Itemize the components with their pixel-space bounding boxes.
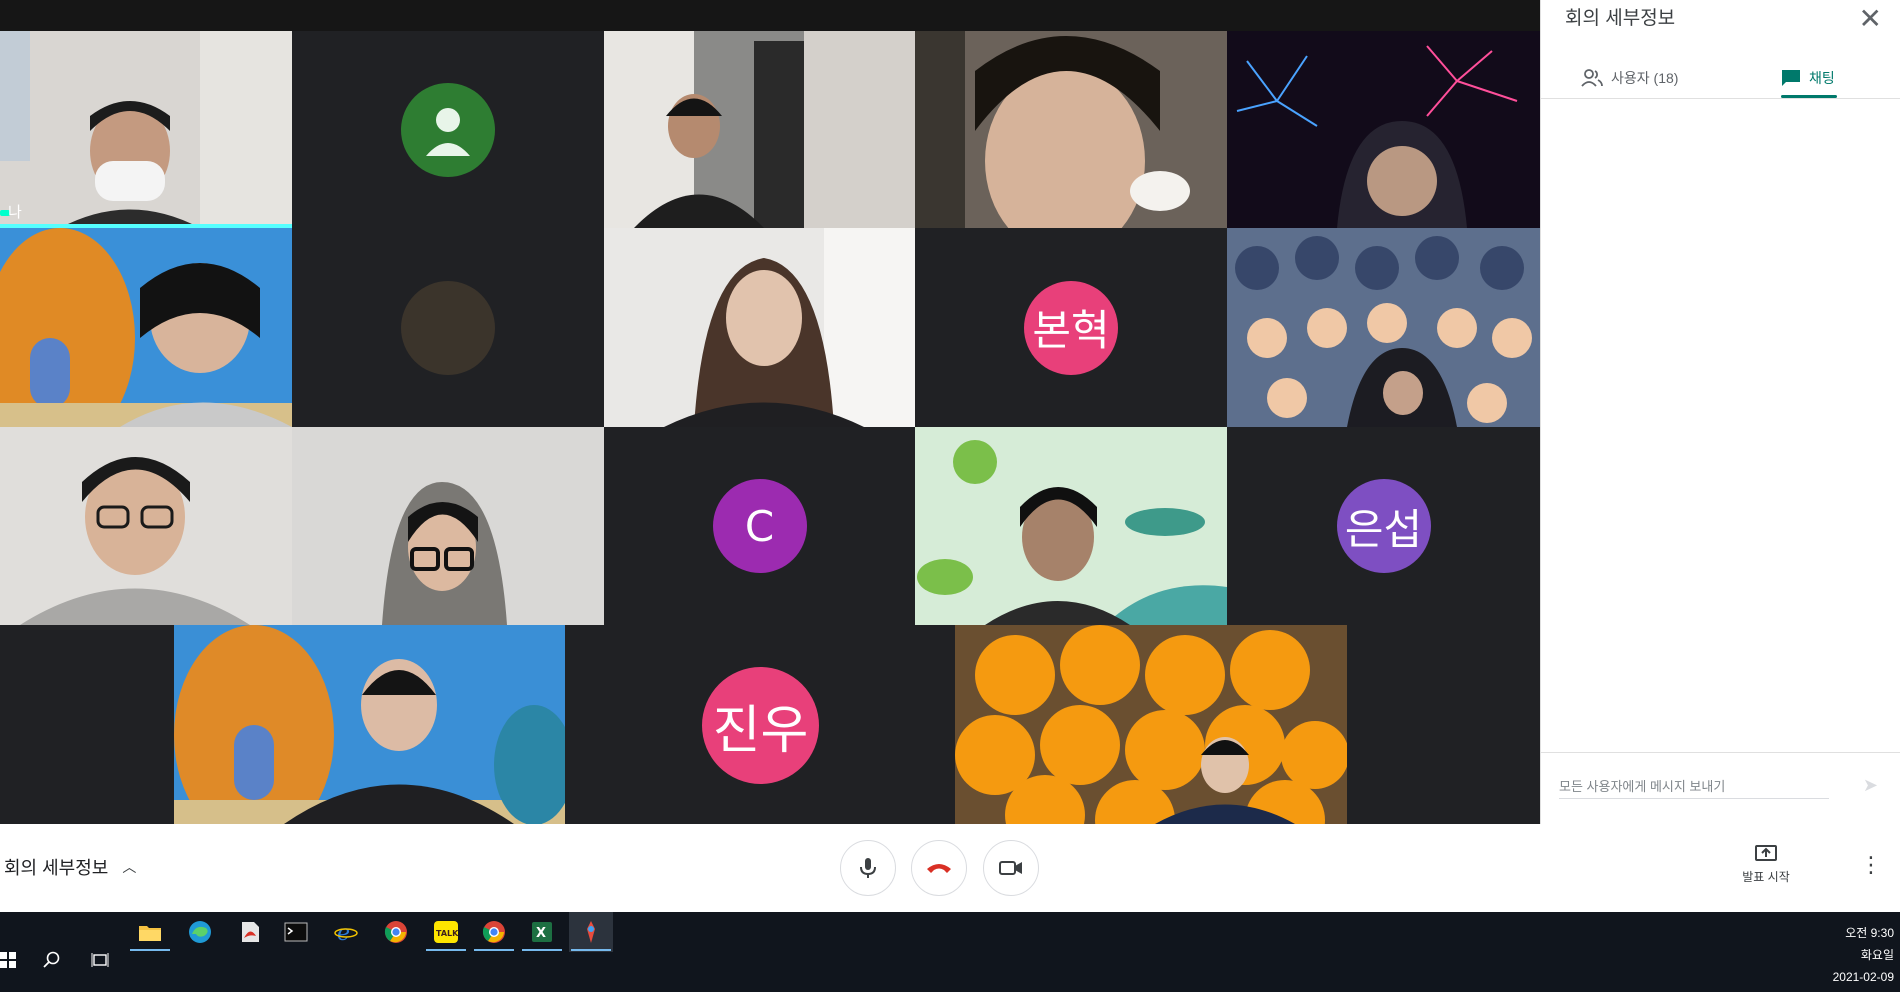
participant-initial: 진우 xyxy=(712,700,809,761)
phone-hangup-icon xyxy=(927,864,951,873)
self-video-icon xyxy=(0,31,292,228)
participant-initial-avatar: C xyxy=(712,479,807,573)
chat-icon xyxy=(1782,70,1800,86)
participant-video xyxy=(1235,236,1532,427)
meeting-toolbar: 회의 세부정보 ︿ 발표 시작 ⋮ xyxy=(0,824,1900,912)
meeting-details-button[interactable]: 회의 세부정보 ︿ xyxy=(4,854,136,880)
close-icon[interactable]: ✕ xyxy=(1859,2,1882,35)
self-label: 나 xyxy=(8,204,22,221)
participant-tile[interactable] xyxy=(292,427,604,625)
chrome-icon[interactable] xyxy=(374,912,418,952)
kakaotalk-icon[interactable]: TALK xyxy=(424,912,468,952)
participant-initial: 본혁 xyxy=(1032,306,1110,355)
tab-chat[interactable]: 채팅 xyxy=(1781,58,1835,98)
edge-icon[interactable] xyxy=(178,912,222,952)
mic-button[interactable] xyxy=(840,840,896,896)
video-grid: 나 본혁 C 은섭 진우 xyxy=(0,0,1540,824)
panel-divider xyxy=(1541,98,1900,99)
present-screen-icon xyxy=(1755,845,1777,861)
meeting-details-label: 회의 세부정보 xyxy=(4,858,109,878)
participant-tile[interactable] xyxy=(955,625,1347,824)
clock-day: 화요일 xyxy=(1860,948,1894,962)
meeting-details-panel: 회의 세부정보 ✕ 사용자 (18) 채팅 ➤ xyxy=(1540,0,1900,912)
tab-people[interactable]: 사용자 (18) xyxy=(1581,58,1678,98)
participant-initial: 은섭 xyxy=(1344,504,1423,554)
clock-date: 2021-02-09 xyxy=(1832,970,1894,984)
participant-video xyxy=(0,228,292,427)
participant-initial-avatar: 본혁 xyxy=(1024,280,1118,375)
panel-title: 회의 세부정보 xyxy=(1565,8,1676,29)
windows-taskbar: e TALK X 오전 9:30 화요일 2021-02-09 xyxy=(0,912,1900,992)
acrobat-icon[interactable] xyxy=(228,912,272,952)
participant-tile-self[interactable]: 나 xyxy=(0,31,292,228)
svg-text:X: X xyxy=(536,926,546,941)
participant-tile[interactable] xyxy=(1227,31,1540,228)
participant-tile[interactable] xyxy=(174,625,565,824)
active-app-icon[interactable] xyxy=(569,912,613,952)
participant-video xyxy=(917,440,1227,625)
participant-tile[interactable] xyxy=(604,228,915,427)
participant-video xyxy=(915,31,1190,228)
participant-tile[interactable] xyxy=(1227,228,1540,427)
present-now-button[interactable]: 발표 시작 xyxy=(1726,844,1806,885)
tab-people-label: 사용자 (18) xyxy=(1611,70,1679,86)
search-icon[interactable] xyxy=(30,940,74,980)
participant-tile[interactable] xyxy=(604,31,915,228)
chevron-up-icon: ︿ xyxy=(122,859,137,875)
tab-chat-label: 채팅 xyxy=(1809,70,1835,86)
people-icon xyxy=(1581,69,1603,87)
excel-icon[interactable]: X xyxy=(520,912,564,952)
message-compose: ➤ xyxy=(1541,752,1900,824)
participant-video xyxy=(955,625,1347,824)
participant-tile[interactable] xyxy=(915,427,1227,625)
chat-message-input[interactable] xyxy=(1559,775,1829,799)
participant-initial-avatar: 은섭 xyxy=(1336,479,1431,573)
internet-explorer-icon[interactable]: e xyxy=(324,912,368,952)
participant-tile[interactable]: 진우 xyxy=(565,625,955,824)
svg-text:e: e xyxy=(337,921,350,944)
participant-video xyxy=(664,228,915,427)
windows-start-icon[interactable] xyxy=(0,940,30,980)
file-explorer-icon[interactable] xyxy=(128,912,172,952)
top-strip xyxy=(0,0,1540,31)
clock-time: 오전 9:30 xyxy=(1845,926,1894,940)
participant-tile[interactable]: 본혁 xyxy=(915,228,1227,427)
system-clock[interactable]: 오전 9:30 화요일 2021-02-09 xyxy=(1833,922,1894,988)
camera-button[interactable] xyxy=(983,840,1039,896)
chrome-icon[interactable] xyxy=(472,912,516,952)
participant-video xyxy=(604,31,915,228)
task-view-icon[interactable] xyxy=(78,940,122,980)
send-icon[interactable]: ➤ xyxy=(1863,775,1878,796)
participant-tile[interactable]: 은섭 xyxy=(1227,427,1540,625)
participant-tile[interactable] xyxy=(0,228,292,427)
participant-video xyxy=(174,625,565,824)
participant-tile[interactable] xyxy=(0,427,292,625)
present-label: 발표 시작 xyxy=(1742,870,1790,884)
participant-initial: C xyxy=(744,501,775,551)
hangup-button[interactable] xyxy=(911,840,967,896)
terminal-icon[interactable] xyxy=(274,912,318,952)
participant-video xyxy=(382,482,507,625)
svg-text:TALK: TALK xyxy=(436,929,459,938)
default-avatar-icon xyxy=(401,82,495,177)
participant-video xyxy=(20,457,250,625)
dim-avatar-icon xyxy=(401,280,495,375)
participant-video xyxy=(1236,45,1518,228)
mic-icon xyxy=(860,858,876,878)
participant-tile[interactable] xyxy=(292,31,604,228)
participant-initial-avatar: 진우 xyxy=(702,666,819,784)
participant-tile[interactable] xyxy=(292,228,604,427)
video-camera-icon xyxy=(999,861,1022,875)
participant-tile[interactable] xyxy=(915,31,1227,228)
more-options-icon[interactable]: ⋮ xyxy=(1860,852,1882,878)
participant-tile[interactable]: C xyxy=(604,427,915,625)
